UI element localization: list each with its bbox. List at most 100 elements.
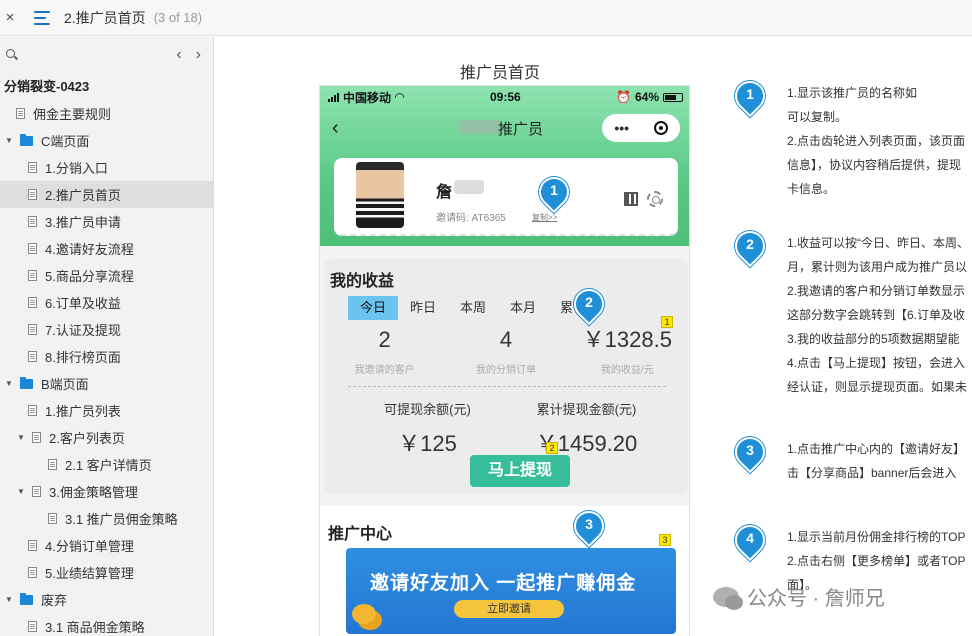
name-blur-profile bbox=[454, 180, 484, 194]
menu-icon[interactable] bbox=[34, 10, 52, 25]
chevron-left-icon[interactable]: ‹ bbox=[176, 46, 181, 64]
sidebar-item[interactable]: 5.商品分享流程 bbox=[0, 262, 213, 289]
withdraw-button[interactable]: 马上提现 bbox=[470, 455, 570, 487]
page-icon bbox=[32, 486, 41, 497]
sidebar-item-label: B端页面 bbox=[41, 377, 89, 392]
profile-name: 詹 bbox=[436, 184, 453, 201]
top-bar: × 2.推广员首页 (3 of 18) bbox=[0, 0, 972, 36]
page-icon bbox=[28, 270, 37, 281]
caret-down-icon[interactable]: ▼ bbox=[4, 136, 14, 145]
note-marker-4[interactable]: 4 bbox=[728, 518, 772, 563]
tab-earnings[interactable]: 昨日 bbox=[398, 296, 448, 320]
note-marker-3[interactable]: 3 bbox=[728, 430, 772, 475]
carrier: 中国移动 bbox=[343, 90, 392, 105]
balances: 可提现余额(元) ￥125 累计提现金额(元) ￥1459.20 bbox=[348, 399, 666, 458]
sidebar-item-label: 3.推广员申请 bbox=[45, 215, 121, 230]
promo-center: 推广中心 邀请好友加入 一起推广赚佣金 立即邀请 bbox=[320, 506, 689, 636]
sidebar-item[interactable]: 4.邀请好友流程 bbox=[0, 235, 213, 262]
sidebar-item[interactable]: ▼ C端页面 bbox=[0, 127, 213, 154]
stat-item[interactable]: ￥1328.5 我的收益/元 bbox=[567, 325, 688, 376]
close-target-icon[interactable] bbox=[653, 121, 668, 135]
folder-icon bbox=[20, 133, 33, 146]
sidebar-item-label: 3.1 商品佣金策略 bbox=[45, 620, 145, 635]
marker-3[interactable]: 3 bbox=[567, 504, 611, 549]
page-icon bbox=[28, 540, 37, 551]
sidebar-item[interactable]: ▼ B端页面 bbox=[0, 370, 213, 397]
sidebar-item[interactable]: 3.1 商品佣金策略 bbox=[0, 613, 213, 636]
sidebar-item[interactable]: 佣金主要规则 bbox=[0, 100, 213, 127]
sidebar-item[interactable]: 2.1 客户详情页 bbox=[0, 451, 213, 478]
folder-icon bbox=[20, 376, 33, 389]
balance-label: 累计提现金额(元) bbox=[536, 402, 637, 417]
invite-now-button[interactable]: 立即邀请 bbox=[454, 600, 564, 618]
page-title: 2.推广员首页 bbox=[64, 9, 146, 26]
sidebar-item[interactable]: 4.分销订单管理 bbox=[0, 532, 213, 559]
note-line: 1.点击推广中心内的【邀请好友】 bbox=[787, 442, 966, 456]
sidebar-item-label: 2.1 客户详情页 bbox=[65, 458, 152, 473]
sidebar-search: ‹ › bbox=[0, 37, 213, 73]
sidebar-item-label: 5.业绩结算管理 bbox=[45, 566, 134, 581]
marker-2[interactable]: 2 bbox=[567, 282, 611, 327]
close-icon[interactable]: × bbox=[2, 9, 18, 26]
caret-down-icon[interactable]: ▼ bbox=[16, 487, 26, 496]
sidebar-item-label: 4.邀请好友流程 bbox=[45, 242, 134, 257]
invite-banner[interactable]: 邀请好友加入 一起推广赚佣金 立即邀请 bbox=[346, 548, 676, 634]
note-line: 1.显示该推广员的名称如 bbox=[787, 86, 918, 100]
sidebar-item[interactable]: 5.业绩结算管理 bbox=[0, 559, 213, 586]
back-icon[interactable]: ‹ bbox=[332, 117, 339, 140]
wechat-icon bbox=[713, 586, 743, 610]
caret-down-icon[interactable]: ▼ bbox=[4, 379, 14, 388]
project-title[interactable]: 分销裂变-0423 bbox=[0, 73, 213, 100]
sidebar-item[interactable]: 1.推广员列表 bbox=[0, 397, 213, 424]
sidebar-item-label: 8.排行榜页面 bbox=[45, 350, 121, 365]
note-line: 4.点击【马上提现】按钮，会进入 bbox=[787, 356, 966, 370]
phone-mockup: 中国移动 ◠ 09:56 ⏰ 64% ‹ 推广员 ••• 詹 邀请码: AT63… bbox=[319, 85, 690, 636]
stat-item[interactable]: 4 我的分销订单 bbox=[445, 325, 566, 376]
page-icon bbox=[28, 621, 37, 632]
sidebar: ‹ › 分销裂变-0423 佣金主要规则 ▼ C端页面 1.分销入口 2.推广员首页 3.… bbox=[0, 37, 214, 636]
balance-value: ￥1459.20 bbox=[535, 431, 638, 456]
more-icon[interactable]: ••• bbox=[614, 120, 629, 136]
note-marker-2[interactable]: 2 bbox=[728, 224, 772, 269]
search-icon[interactable] bbox=[6, 49, 18, 61]
note-marker-1[interactable]: 1 bbox=[728, 74, 772, 119]
caret-down-icon[interactable]: ▼ bbox=[16, 433, 26, 442]
invite-code: 邀请码: AT6365 bbox=[436, 213, 506, 224]
stat-label: 我的分销订单 bbox=[475, 365, 536, 376]
caret-down-icon[interactable]: ▼ bbox=[4, 595, 14, 604]
sidebar-item-label: 3.1 推广员佣金策略 bbox=[65, 512, 178, 527]
note-line: 1.显示当前月份佣金排行榜的TOP bbox=[787, 530, 966, 544]
watermark-text: 公众号 · 詹师兄 bbox=[747, 588, 885, 610]
sidebar-item[interactable]: 6.订单及收益 bbox=[0, 289, 213, 316]
page-tree: 佣金主要规则 ▼ C端页面 1.分销入口 2.推广员首页 3.推广员申请 4.邀请好友流程 5… bbox=[0, 100, 213, 636]
qrcode-icon[interactable] bbox=[624, 192, 638, 206]
note-line: 1.收益可以按“今日、昨日、本周、 bbox=[787, 236, 970, 250]
divider bbox=[348, 386, 666, 387]
tab-earnings[interactable]: 本周 bbox=[448, 296, 498, 320]
chevron-right-icon[interactable]: › bbox=[196, 46, 201, 64]
gear-icon[interactable] bbox=[647, 191, 663, 207]
tab-earnings[interactable]: 本月 bbox=[498, 296, 548, 320]
sidebar-item[interactable]: 3.推广员申请 bbox=[0, 208, 213, 235]
page-icon bbox=[28, 243, 37, 254]
tab-earnings[interactable]: 今日 bbox=[348, 296, 398, 320]
sidebar-item[interactable]: 2.推广员首页 bbox=[0, 181, 213, 208]
sidebar-item[interactable]: 7.认证及提现 bbox=[0, 316, 213, 343]
status-time: 09:56 bbox=[490, 90, 521, 104]
phone-header: 中国移动 ◠ 09:56 ⏰ 64% ‹ 推广员 ••• 詹 邀请码: AT63… bbox=[320, 86, 689, 246]
sidebar-item[interactable]: ▼ 废弃 bbox=[0, 586, 213, 613]
marker-1[interactable]: 1 bbox=[532, 170, 576, 215]
sidebar-item[interactable]: ▼ 2.客户列表页 bbox=[0, 424, 213, 451]
sidebar-item-label: 6.订单及收益 bbox=[45, 296, 121, 311]
note-block: 1.收益可以按“今日、昨日、本周、 月，累计则为该用户成为推广员以 2.我邀请的客户… bbox=[787, 231, 969, 399]
sidebar-item[interactable]: 8.排行榜页面 bbox=[0, 343, 213, 370]
flag-1: 1 bbox=[661, 316, 673, 328]
note-line: 经认证，则显示提现页面。如果未 bbox=[787, 380, 968, 394]
note-line: 信息】，协议内容稍后提供，提现 bbox=[787, 158, 962, 172]
sidebar-item[interactable]: ▼ 3.佣金策略管理 bbox=[0, 478, 213, 505]
stat-item[interactable]: 2 我邀请的客户 bbox=[324, 325, 445, 376]
sidebar-item[interactable]: 1.分销入口 bbox=[0, 154, 213, 181]
sidebar-item[interactable]: 3.1 推广员佣金策略 bbox=[0, 505, 213, 532]
stat-value: ￥1328.5 bbox=[582, 327, 672, 352]
page-icon bbox=[28, 351, 37, 362]
